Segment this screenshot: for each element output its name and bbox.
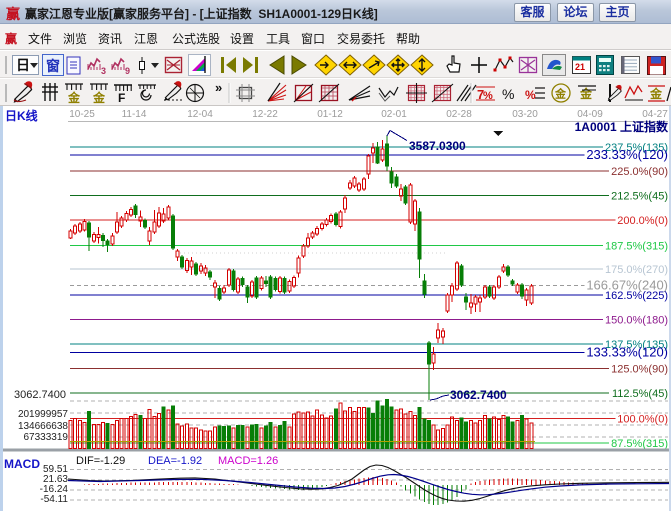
svg-text:201999957: 201999957: [18, 409, 68, 420]
svg-text:MACD=1.26: MACD=1.26: [218, 455, 278, 467]
svg-text:-54.11: -54.11: [40, 494, 68, 505]
svg-text:11-14: 11-14: [122, 109, 147, 120]
svg-text:»: »: [215, 80, 222, 95]
svg-text:100.0%(0): 100.0%(0): [617, 414, 668, 426]
svg-text:200.0%(0): 200.0%(0): [617, 215, 668, 227]
svg-text:3062.7400: 3062.7400: [14, 389, 66, 401]
svg-text:DIF=-1.29: DIF=-1.29: [76, 455, 125, 467]
svg-text:04-09: 04-09: [577, 109, 603, 120]
svg-text:12-04: 12-04: [187, 109, 213, 120]
svg-text:金: 金: [649, 86, 663, 101]
svg-text:225.0%(90): 225.0%(90): [611, 166, 668, 178]
svg-text:175.0%(270): 175.0%(270): [605, 264, 668, 276]
svg-text:金: 金: [67, 90, 81, 105]
svg-text:187.5%(315): 187.5%(315): [605, 240, 668, 252]
svg-text:F: F: [118, 91, 125, 105]
svg-text:MACD: MACD: [4, 457, 40, 471]
svg-text:3062.7400: 3062.7400: [450, 388, 507, 402]
svg-text:日K线: 日K线: [5, 108, 38, 123]
svg-text:212.5%(45): 212.5%(45): [611, 191, 668, 203]
svg-text:21: 21: [575, 62, 585, 72]
svg-text:金: 金: [554, 87, 567, 101]
svg-text:日: 日: [16, 57, 30, 73]
svg-text:01-12: 01-12: [317, 109, 343, 120]
svg-text:1A0001 上证指数: 1A0001 上证指数: [575, 119, 669, 134]
svg-text:87.5%(315): 87.5%(315): [611, 438, 668, 450]
svg-text:3587.0300: 3587.0300: [409, 139, 466, 153]
svg-text:125.0%(90): 125.0%(90): [611, 364, 668, 376]
svg-text:%: %: [502, 86, 514, 102]
svg-text:162.5%(225): 162.5%(225): [605, 290, 668, 302]
svg-text:%: %: [525, 88, 536, 102]
svg-text:3: 3: [101, 66, 106, 76]
svg-text:133.33%(120): 133.33%(120): [586, 345, 668, 360]
svg-text:02-01: 02-01: [381, 109, 407, 120]
svg-text:窗: 窗: [46, 58, 60, 74]
svg-text:03-20: 03-20: [512, 109, 538, 120]
svg-text:DEA=-1.92: DEA=-1.92: [148, 455, 202, 467]
svg-text:金: 金: [92, 90, 106, 105]
svg-text:233.33%(120): 233.33%(120): [586, 147, 668, 162]
svg-text:金: 金: [579, 86, 593, 101]
svg-text:67333319: 67333319: [24, 432, 69, 443]
svg-text:134666638: 134666638: [18, 421, 68, 432]
svg-text:02-28: 02-28: [446, 109, 472, 120]
svg-text:12-22: 12-22: [252, 109, 278, 120]
svg-text:04-27: 04-27: [642, 109, 668, 120]
svg-text:9: 9: [125, 66, 130, 76]
svg-text:112.5%(45): 112.5%(45): [612, 388, 668, 400]
svg-text:10-25: 10-25: [69, 109, 95, 120]
svg-text:150.0%(180): 150.0%(180): [605, 315, 668, 327]
